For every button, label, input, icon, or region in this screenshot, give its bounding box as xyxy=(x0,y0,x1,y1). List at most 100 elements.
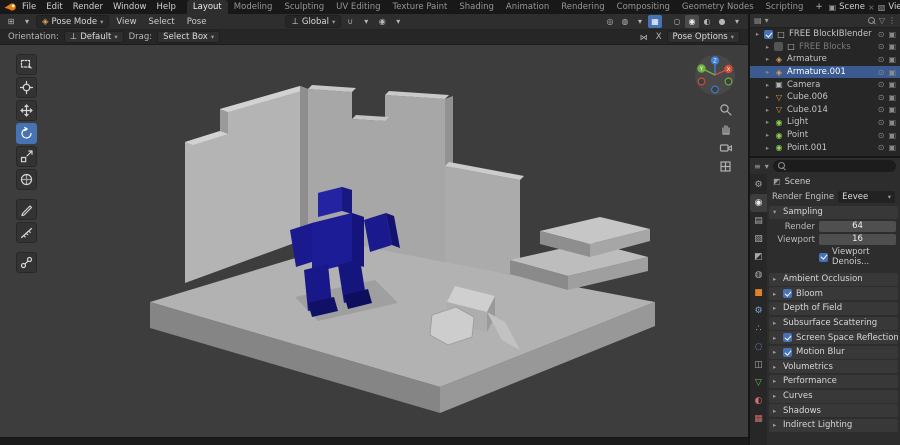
collection-checkbox[interactable] xyxy=(764,29,773,39)
pan-hand-icon[interactable] xyxy=(719,122,732,135)
eye-icon[interactable]: ⊙ xyxy=(878,105,885,114)
bloom-checkbox[interactable] xyxy=(783,289,792,299)
blender-logo-icon[interactable] xyxy=(4,2,17,12)
outliner-row-mesh[interactable]: ▸ ▽ Cube.014 ⊙ ▣ xyxy=(750,104,900,117)
camera-view-icon[interactable] xyxy=(719,141,732,154)
tool-measure[interactable] xyxy=(16,222,37,243)
tab-view-layer-icon[interactable]: ▧ xyxy=(750,230,767,248)
eye-icon[interactable]: ⊙ xyxy=(878,68,885,77)
snap-chevron-icon[interactable]: ▾ xyxy=(359,15,373,28)
section-sampling[interactable]: ▾ Sampling xyxy=(769,205,898,219)
expand-icon[interactable]: ▸ xyxy=(764,118,771,126)
orientation-setting-dropdown[interactable]: ⊥ Default ▾ xyxy=(63,31,124,43)
expand-icon[interactable]: ▸ xyxy=(764,43,771,51)
outliner-row-light[interactable]: ▸ ◉ Point ⊙ ▣ xyxy=(750,129,900,142)
outliner-row-light[interactable]: ▸ ◉ Light ⊙ ▣ xyxy=(750,116,900,129)
expand-icon[interactable]: ▸ xyxy=(764,68,771,76)
tab-modifiers-icon[interactable]: ⚙ xyxy=(750,302,767,320)
viewport-3d[interactable]: Z X Y xyxy=(0,45,748,437)
item-label[interactable]: Camera xyxy=(787,80,820,90)
section-bloom[interactable]: ▸ Bloom xyxy=(769,287,898,301)
xray-toggle-icon[interactable]: ▦ xyxy=(648,15,662,28)
properties-editor-icon[interactable]: ≡ xyxy=(754,162,761,171)
editor-type-button[interactable]: ⊞ xyxy=(4,15,18,28)
outliner-row-armature-selected[interactable]: ▸ ◈ Armature.001 ⊙ ▣ xyxy=(750,65,900,79)
tab-object-icon[interactable]: ■ xyxy=(750,284,767,302)
mode-dropdown[interactable]: ◈ Pose Mode ▾ xyxy=(36,15,110,28)
render-visibility-icon[interactable]: ▣ xyxy=(888,93,896,102)
scene-3d[interactable] xyxy=(0,45,748,437)
menu-view[interactable]: View xyxy=(111,15,141,29)
shading-rendered-icon[interactable]: ● xyxy=(715,15,729,28)
section-volumetrics[interactable]: ▸ Volumetrics xyxy=(769,360,898,374)
tool-cursor[interactable] xyxy=(16,77,37,98)
tab-rendering[interactable]: Rendering xyxy=(555,0,610,14)
item-label[interactable]: Light xyxy=(787,117,808,127)
eye-icon[interactable]: ⊙ xyxy=(878,93,885,102)
section-subsurface-scattering[interactable]: ▸ Subsurface Scattering xyxy=(769,316,898,330)
expand-icon[interactable]: ▸ xyxy=(764,55,771,63)
menu-edit[interactable]: Edit xyxy=(41,0,67,14)
show-overlays-icon[interactable]: ◍ xyxy=(618,15,632,28)
expand-icon[interactable]: ▸ xyxy=(764,93,771,101)
tool-select-box[interactable] xyxy=(16,54,37,75)
section-screen-space-reflections[interactable]: ▸ Screen Space Reflections xyxy=(769,331,898,345)
add-workspace-button[interactable]: + xyxy=(809,0,828,14)
orientation-dropdown[interactable]: ⊥ Global ▾ xyxy=(285,15,342,28)
section-shadows[interactable]: ▸ Shadows xyxy=(769,404,898,418)
section-indirect-lighting[interactable]: ▸ Indirect Lighting xyxy=(769,418,898,432)
tab-world-icon[interactable]: ◍ xyxy=(750,266,767,284)
outliner-options-icon[interactable]: ⋮ xyxy=(888,16,896,25)
zoom-icon[interactable] xyxy=(719,103,732,116)
tab-uv-editing[interactable]: UV Editing xyxy=(330,0,386,14)
item-label[interactable]: FREE BlockIBlender xyxy=(789,29,872,39)
tab-sculpting[interactable]: Sculpting xyxy=(278,0,330,14)
tab-tool-icon[interactable]: ⚙ xyxy=(750,176,767,194)
tab-scene-icon[interactable]: ◩ xyxy=(750,248,767,266)
eye-icon[interactable]: ⊙ xyxy=(878,143,885,152)
collection-checkbox[interactable] xyxy=(774,42,783,52)
shading-wireframe-icon[interactable]: ○ xyxy=(670,15,684,28)
menu-window[interactable]: Window xyxy=(108,0,152,14)
tool-pose-breakdowner[interactable] xyxy=(16,252,37,273)
render-samples-field[interactable]: 64 xyxy=(819,221,896,233)
tool-transform[interactable] xyxy=(16,169,37,190)
tab-texture-icon[interactable]: ▦ xyxy=(750,410,767,428)
render-visibility-icon[interactable]: ▣ xyxy=(888,30,896,39)
item-label[interactable]: Armature xyxy=(787,54,827,64)
scene-unlink-icon[interactable]: × xyxy=(868,3,875,12)
scene-selector[interactable]: Scene xyxy=(839,2,865,12)
editor-type-chevron-icon[interactable]: ▾ xyxy=(20,15,34,28)
tab-layout[interactable]: Layout xyxy=(186,0,228,14)
outliner-row-light[interactable]: ▸ ◉ Point.001 ⊙ ▣ xyxy=(750,141,900,154)
tool-move[interactable] xyxy=(16,100,37,121)
render-visibility-icon[interactable]: ▣ xyxy=(888,143,896,152)
motion-blur-checkbox[interactable] xyxy=(783,347,792,357)
eye-icon[interactable]: ⊙ xyxy=(878,30,885,39)
ssr-checkbox[interactable] xyxy=(783,333,792,343)
menu-file[interactable]: File xyxy=(17,0,41,14)
mirror-x-label[interactable]: X xyxy=(656,32,662,42)
menu-render[interactable]: Render xyxy=(68,0,108,14)
shading-chevron-icon[interactable]: ▾ xyxy=(730,15,744,28)
outliner-row-collection[interactable]: ▸ □ FREE Blocks ⊙ ▣ xyxy=(750,41,900,54)
drag-dropdown[interactable]: Select Box ▾ xyxy=(157,31,221,43)
render-engine-dropdown[interactable]: Eevee ▾ xyxy=(838,190,895,203)
expand-icon[interactable]: ▸ xyxy=(764,131,771,139)
eye-icon[interactable]: ⊙ xyxy=(878,131,885,140)
outliner-filter-icon[interactable]: ▽ xyxy=(879,16,885,25)
tab-shading[interactable]: Shading xyxy=(453,0,500,14)
tab-constraints-icon[interactable]: ◫ xyxy=(750,356,767,374)
overlays-chevron-icon[interactable]: ▾ xyxy=(633,15,647,28)
properties-editor-chevron-icon[interactable]: ▾ xyxy=(765,162,769,171)
viewport-samples-field[interactable]: 16 xyxy=(819,234,896,246)
render-visibility-icon[interactable]: ▣ xyxy=(888,42,896,51)
tab-modeling[interactable]: Modeling xyxy=(228,0,279,14)
proportional-chevron-icon[interactable]: ▾ xyxy=(391,15,405,28)
tab-render-icon[interactable]: ◉ xyxy=(750,194,767,212)
outliner-editor-chevron-icon[interactable]: ▾ xyxy=(765,16,769,25)
timeline-bar[interactable] xyxy=(0,437,748,445)
tab-scripting[interactable]: Scripting xyxy=(760,0,810,14)
item-label[interactable]: FREE Blocks xyxy=(799,42,851,52)
tab-object-data-icon[interactable]: ▽ xyxy=(750,374,767,392)
